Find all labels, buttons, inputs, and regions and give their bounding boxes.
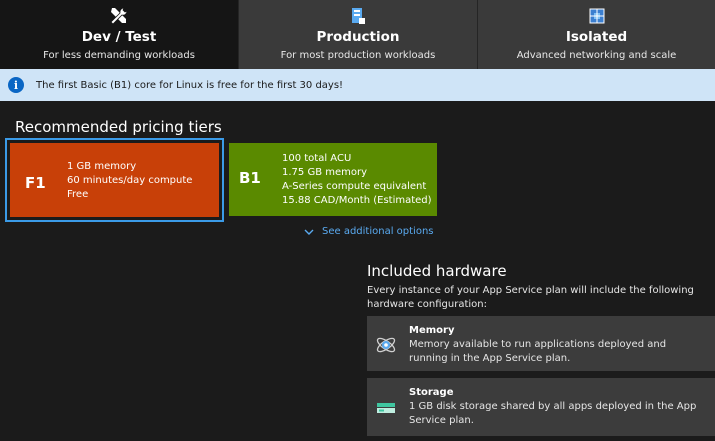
included-hardware-description: Every instance of your App Service plan … bbox=[367, 285, 694, 310]
tier-detail-line: 100 total ACU bbox=[282, 153, 352, 164]
info-text: The first Basic (B1) core for Linux is f… bbox=[36, 79, 344, 91]
tools-icon bbox=[110, 7, 128, 25]
info-icon: i bbox=[8, 77, 24, 93]
chevron-down-icon bbox=[304, 229, 314, 235]
tab-description: Advanced networking and scale bbox=[516, 50, 677, 61]
tier-details: 1 GB memory 60 minutes/day compute Free bbox=[67, 160, 192, 202]
tier-detail-line: 15.88 CAD/Month (Estimated) bbox=[282, 195, 432, 206]
tab-dev-test[interactable]: Dev / Test For less demanding workloads bbox=[0, 0, 238, 69]
tab-name: Dev / Test bbox=[81, 29, 157, 45]
tab-name: Production bbox=[316, 29, 400, 45]
recommended-tiers-title: Recommended pricing tiers bbox=[15, 118, 222, 136]
tier-card-background: F1 1 GB memory 60 minutes/day compute Fr… bbox=[10, 143, 219, 217]
hardware-item-name: Memory bbox=[409, 325, 455, 336]
tier-category-tabs: Dev / Test For less demanding workloads … bbox=[0, 0, 715, 69]
tab-name: Isolated bbox=[565, 29, 628, 45]
production-server-icon bbox=[352, 8, 365, 24]
tier-detail-line: A-Series compute equivalent bbox=[282, 181, 427, 192]
hardware-item-description: 1 GB disk storage shared by all apps dep… bbox=[409, 401, 697, 426]
tab-description: For most production workloads bbox=[280, 50, 436, 61]
tab-description: For less demanding workloads bbox=[43, 50, 195, 61]
included-hardware-title: Included hardware bbox=[367, 262, 507, 280]
tier-card-b1[interactable]: B1 100 total ACU 1.75 GB memory A-Series… bbox=[229, 143, 437, 216]
tab-production[interactable]: Production For most production workloads bbox=[238, 0, 477, 69]
tier-detail-line: 60 minutes/day compute bbox=[67, 175, 193, 186]
tier-detail-line: 1 GB memory bbox=[67, 161, 137, 172]
tier-card-f1[interactable]: F1 1 GB memory 60 minutes/day compute Fr… bbox=[5, 138, 224, 222]
link-label: See additional options bbox=[322, 226, 434, 237]
tier-code: F1 bbox=[25, 174, 46, 192]
hardware-item-description: Memory available to run applications dep… bbox=[409, 339, 667, 364]
info-banner: i The first Basic (B1) core for Linux is… bbox=[0, 69, 715, 101]
hardware-item-name: Storage bbox=[409, 387, 454, 398]
tier-details: 100 total ACU 1.75 GB memory A-Series co… bbox=[282, 152, 432, 208]
tab-isolated[interactable]: Isolated Advanced networking and scale bbox=[477, 0, 715, 69]
hardware-item-memory: Memory Memory available to run applicati… bbox=[367, 316, 715, 371]
tier-code: B1 bbox=[239, 169, 261, 187]
tier-detail-line: 1.75 GB memory bbox=[282, 167, 368, 178]
tier-detail-line: Free bbox=[67, 189, 89, 200]
see-additional-options-link[interactable]: See additional options bbox=[304, 226, 434, 237]
isolated-network-icon bbox=[589, 8, 604, 24]
storage-icon bbox=[377, 403, 395, 413]
hardware-item-storage: Storage 1 GB disk storage shared by all … bbox=[367, 378, 715, 436]
memory-icon bbox=[376, 337, 396, 353]
